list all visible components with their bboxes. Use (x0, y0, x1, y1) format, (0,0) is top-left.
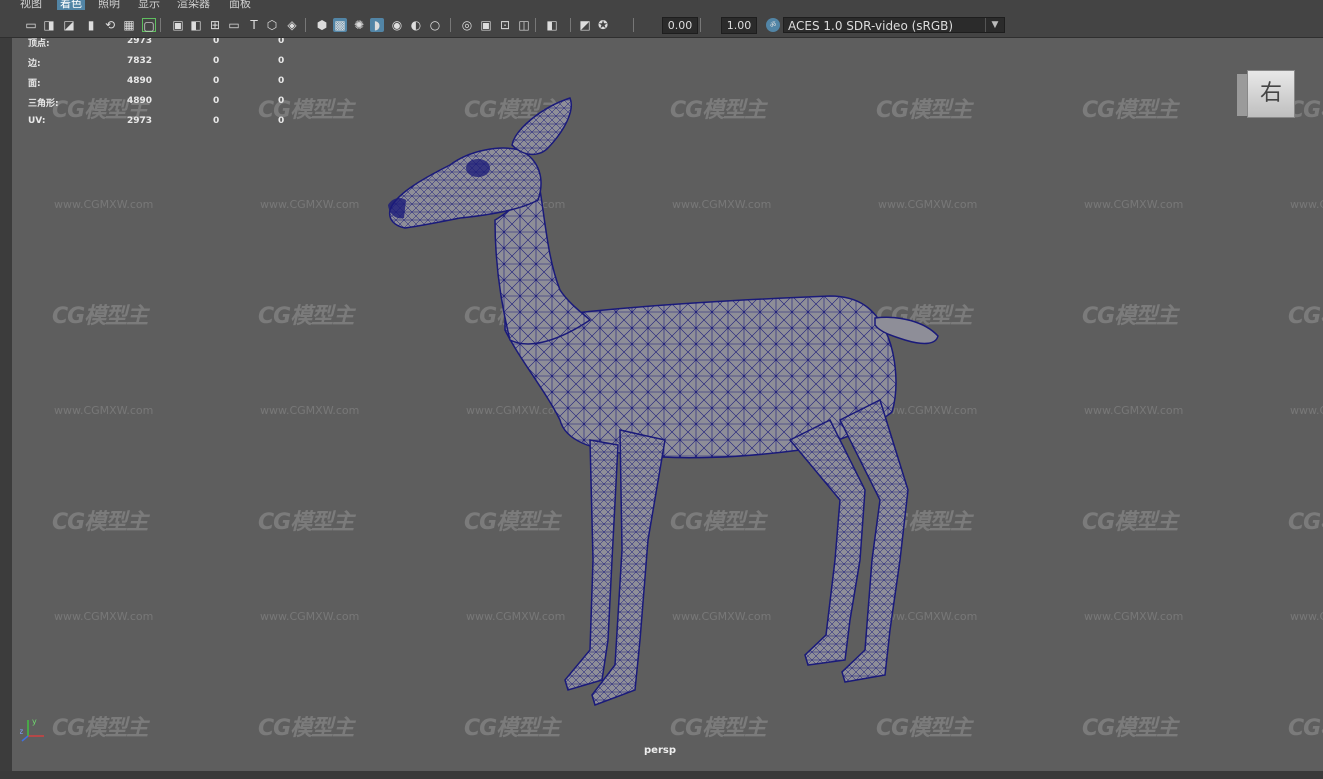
axis-y-label: y (32, 717, 37, 726)
lighting-icon[interactable]: ▩ (333, 18, 347, 32)
toolbar-separator (160, 18, 161, 32)
resolution-gate-icon[interactable]: ▢ (142, 18, 156, 33)
left-panel-edge (0, 38, 12, 771)
camera-name-label: persp (644, 745, 676, 756)
ambient-occlusion-icon[interactable]: ◗ (370, 18, 384, 32)
view-cube-side (1237, 74, 1247, 116)
exposure-icon[interactable]: ◧ (545, 18, 559, 32)
toolbar-separator (535, 18, 536, 32)
view-cube[interactable]: 右 (1237, 70, 1295, 118)
xray-icon[interactable]: ▣ (479, 18, 493, 32)
smooth-shade-icon[interactable]: ⬡ (265, 18, 279, 32)
menu-5[interactable]: 面板 (226, 0, 254, 10)
gate-mask-icon[interactable]: ▣ (171, 18, 185, 32)
bookmark-icon[interactable]: ◪ (62, 18, 76, 32)
safe-action-icon[interactable]: ⊞ (208, 18, 222, 32)
exposure-field[interactable]: 0.00 (662, 17, 698, 34)
textured-icon[interactable]: ⬢ (315, 18, 329, 32)
depth-of-field-icon[interactable]: ○ (428, 18, 442, 32)
color-management-icon[interactable]: ॐ (766, 18, 780, 32)
toolbar-separator (633, 18, 634, 32)
wireframe-icon[interactable]: T (247, 18, 261, 32)
anti-alias-icon[interactable]: ◐ (409, 18, 423, 32)
menu-4[interactable]: 渲染器 (174, 0, 213, 10)
menu-0[interactable]: 视图 (17, 0, 45, 10)
shadows-icon[interactable]: ✺ (352, 18, 366, 32)
color-management-icon[interactable]: ✪ (596, 18, 610, 32)
film-gate-icon[interactable]: ▦ (122, 18, 136, 32)
deer-mesh[interactable] (12, 38, 1323, 771)
toolbar-separator (305, 18, 306, 32)
axis-gizmo: y z (20, 717, 44, 742)
menu-3[interactable]: 显示 (135, 0, 163, 10)
isolate-select-icon[interactable]: ◎ (460, 18, 474, 32)
hud-row: 边: 7832 0 0 (28, 56, 285, 69)
menu-1[interactable]: 着色 (57, 0, 85, 10)
image-plane-icon[interactable]: ▮ (84, 18, 98, 32)
safe-title-icon[interactable]: ▭ (227, 18, 241, 32)
panel-toolbar: 0.00 1.00 ॐ ACES 1.0 SDR-video (sRGB) ▼ … (0, 13, 1323, 38)
field-chart-icon[interactable]: ◧ (189, 18, 203, 32)
deer-eye (466, 159, 490, 177)
toolbar-separator (570, 18, 571, 32)
xray-components-icon[interactable]: ◫ (517, 18, 531, 32)
color-space-select[interactable]: ACES 1.0 SDR-video (sRGB) ▼ (783, 17, 1005, 33)
gamma-field[interactable]: 1.00 (721, 17, 757, 34)
grid-icon[interactable]: ⟲ (103, 18, 117, 32)
bottom-panel-edge (0, 771, 1323, 779)
motion-blur-icon[interactable]: ◉ (390, 18, 404, 32)
xray-joints-icon[interactable]: ⊡ (498, 18, 512, 32)
camera-icon[interactable]: ▭ (24, 18, 38, 32)
toolbar-separator (700, 18, 701, 32)
axis-z-label: z (20, 727, 23, 736)
menu-bar: 视图 着色 照明 显示 渲染器 面板 (0, 0, 1323, 13)
camera-attr-icon[interactable]: ◨ (42, 18, 56, 32)
hud-row: 三角形: 4890 0 0 (28, 96, 285, 109)
hud-row: UV: 2973 0 0 (28, 116, 285, 126)
menu-2[interactable]: 照明 (95, 0, 123, 10)
gamma-icon[interactable]: ◩ (578, 18, 592, 32)
chevron-down-icon: ▼ (985, 18, 1004, 32)
view-cube-face-right[interactable]: 右 (1247, 70, 1295, 118)
color-space-value: ACES 1.0 SDR-video (sRGB) (788, 19, 954, 33)
viewport-3d[interactable]: CG模型主 www.CGMXW.com CG模型主 www.CGMXW.com CG模型… (12, 38, 1323, 771)
hud-row: 顶点: 2973 0 0 (28, 38, 285, 49)
wireframe-on-shaded-icon[interactable]: ◈ (285, 18, 299, 32)
toolbar-separator (450, 18, 451, 32)
hud-row: 面: 4890 0 0 (28, 76, 285, 89)
